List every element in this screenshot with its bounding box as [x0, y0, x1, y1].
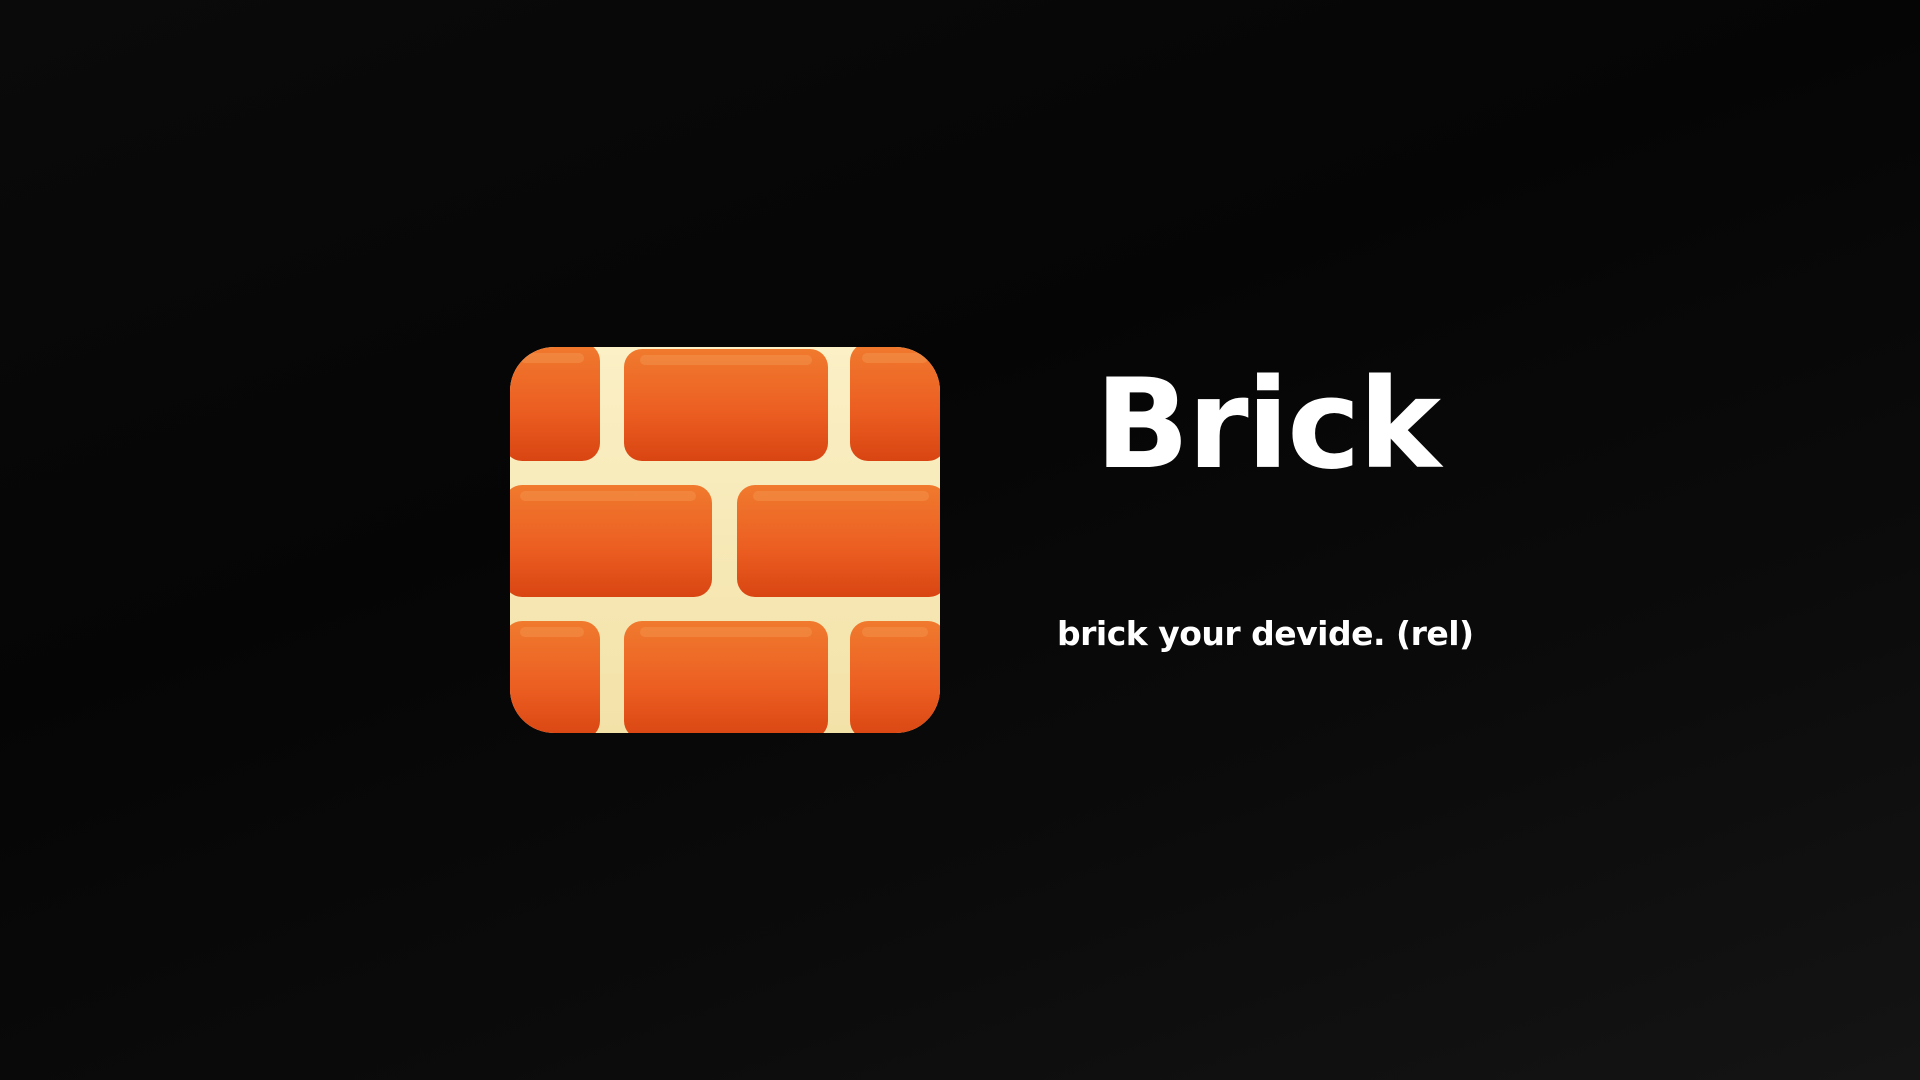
app-tagline: brick your devide. (rel): [1057, 614, 1474, 653]
splash-screen: Brick brick your devide. (rel): [0, 0, 1920, 1080]
app-title: Brick: [1095, 353, 1441, 497]
brick-wall-icon: [510, 347, 940, 733]
